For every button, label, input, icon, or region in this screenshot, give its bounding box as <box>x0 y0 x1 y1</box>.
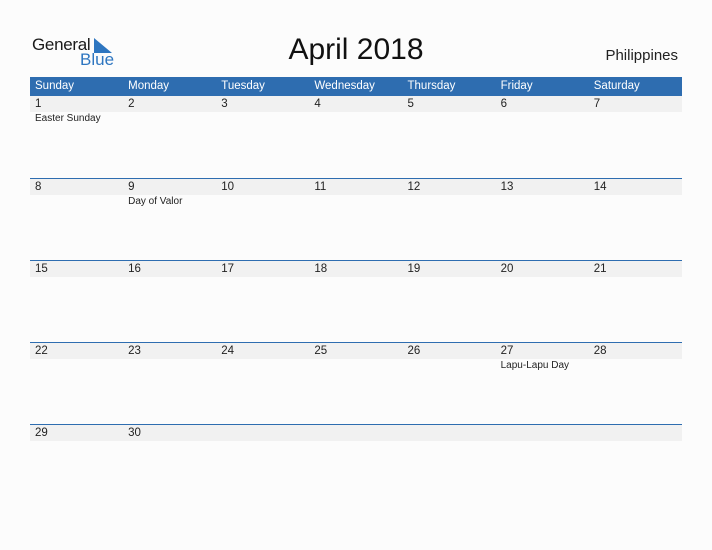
day-number <box>314 425 402 441</box>
day-cell: 2 <box>123 96 216 126</box>
week-row: 22 23 24 25 26 27 Lapu-Lapu Day 28 <box>30 342 682 424</box>
weekday-wednesday: Wednesday <box>314 80 375 92</box>
day-number: 7 <box>593 98 601 110</box>
holiday-label: Day of Valor <box>128 196 183 207</box>
day-number: 25 <box>314 345 328 357</box>
day-number: 28 <box>593 345 607 357</box>
week-row: 29 30 <box>30 424 682 506</box>
day-cell: 28 <box>589 343 682 373</box>
day-cell: 21 <box>589 261 682 277</box>
day-cell <box>496 425 589 441</box>
day-cell: 25 <box>309 343 402 373</box>
day-number: 21 <box>593 263 607 275</box>
day-cell: 22 <box>30 343 123 373</box>
day-cell: 4 <box>309 96 402 126</box>
day-cell: 15 <box>30 261 123 277</box>
day-cell: 9 Day of Valor <box>123 179 216 209</box>
day-number: 14 <box>593 181 607 193</box>
day-number: 30 <box>128 427 141 439</box>
weekday-friday: Friday <box>500 80 533 92</box>
day-number: 22 <box>35 345 48 357</box>
day-cell: 12 <box>403 179 496 209</box>
day-number: 5 <box>407 98 414 110</box>
day-cell: 20 <box>496 261 589 277</box>
day-cell: 17 <box>216 261 309 277</box>
day-number: 13 <box>500 181 514 193</box>
weekday-header: Sunday Monday Tuesday Wednesday Thursday… <box>30 77 682 96</box>
week-row: 8 9 Day of Valor 10 11 12 13 14 <box>30 178 682 260</box>
day-number: 18 <box>314 263 328 275</box>
weekday-sunday: Sunday <box>35 80 75 92</box>
day-number: 27 <box>500 345 514 357</box>
day-cell: 13 <box>496 179 589 209</box>
day-number: 4 <box>314 98 321 110</box>
weekday-thursday: Thursday <box>407 80 456 92</box>
day-number: 2 <box>128 98 135 110</box>
day-number: 12 <box>407 181 421 193</box>
day-number: 1 <box>35 98 42 110</box>
day-cell: 10 <box>216 179 309 209</box>
day-number <box>221 425 309 441</box>
day-cell: 3 <box>216 96 309 126</box>
day-cell: 18 <box>309 261 402 277</box>
day-cell: 11 <box>309 179 402 209</box>
day-cell: 14 <box>589 179 682 209</box>
day-cell <box>216 425 309 441</box>
holiday-label: Lapu-Lapu Day <box>500 360 570 371</box>
week-row: 1 Easter Sunday 2 3 4 5 6 7 <box>30 96 682 178</box>
day-cell: 23 <box>123 343 216 373</box>
day-cell <box>309 425 402 441</box>
day-number: 8 <box>35 181 42 193</box>
day-cell: 19 <box>403 261 496 277</box>
day-cell: 30 <box>123 425 216 441</box>
day-number: 10 <box>221 181 235 193</box>
day-number <box>594 425 682 441</box>
day-cell: 16 <box>123 261 216 277</box>
day-number: 11 <box>314 181 327 193</box>
weekday-saturday: Saturday <box>593 80 640 92</box>
day-cell: 6 <box>496 96 589 126</box>
day-cell <box>403 425 496 441</box>
holiday-label: Easter Sunday <box>35 113 101 124</box>
weekday-monday: Monday <box>128 80 170 92</box>
week-row: 15 16 17 18 19 20 21 <box>30 260 682 342</box>
day-cell: 8 <box>30 179 123 209</box>
day-number: 17 <box>221 263 235 275</box>
day-cell: 5 <box>403 96 496 126</box>
day-number: 29 <box>35 427 48 439</box>
day-number: 26 <box>407 345 421 357</box>
day-number: 24 <box>221 345 235 357</box>
day-cell: 24 <box>216 343 309 373</box>
day-cell: 1 Easter Sunday <box>30 96 123 126</box>
day-number <box>408 425 496 441</box>
calendar-grid: Sunday Monday Tuesday Wednesday Thursday… <box>30 77 682 506</box>
day-number: 20 <box>500 263 514 275</box>
day-number <box>501 425 589 441</box>
day-cell: 26 <box>403 343 496 373</box>
day-number: 16 <box>128 263 141 275</box>
country-label: Philippines <box>605 47 678 64</box>
day-cell <box>589 425 682 441</box>
day-number: 3 <box>221 98 228 110</box>
weekday-tuesday: Tuesday <box>221 80 265 92</box>
day-number: 6 <box>500 98 508 110</box>
day-number: 19 <box>407 263 421 275</box>
day-number: 9 <box>128 181 135 193</box>
day-cell: 29 <box>30 425 123 441</box>
day-cell: 7 <box>589 96 682 126</box>
day-cell: 27 Lapu-Lapu Day <box>496 343 589 373</box>
day-number: 15 <box>35 263 48 275</box>
day-number: 23 <box>128 345 141 357</box>
